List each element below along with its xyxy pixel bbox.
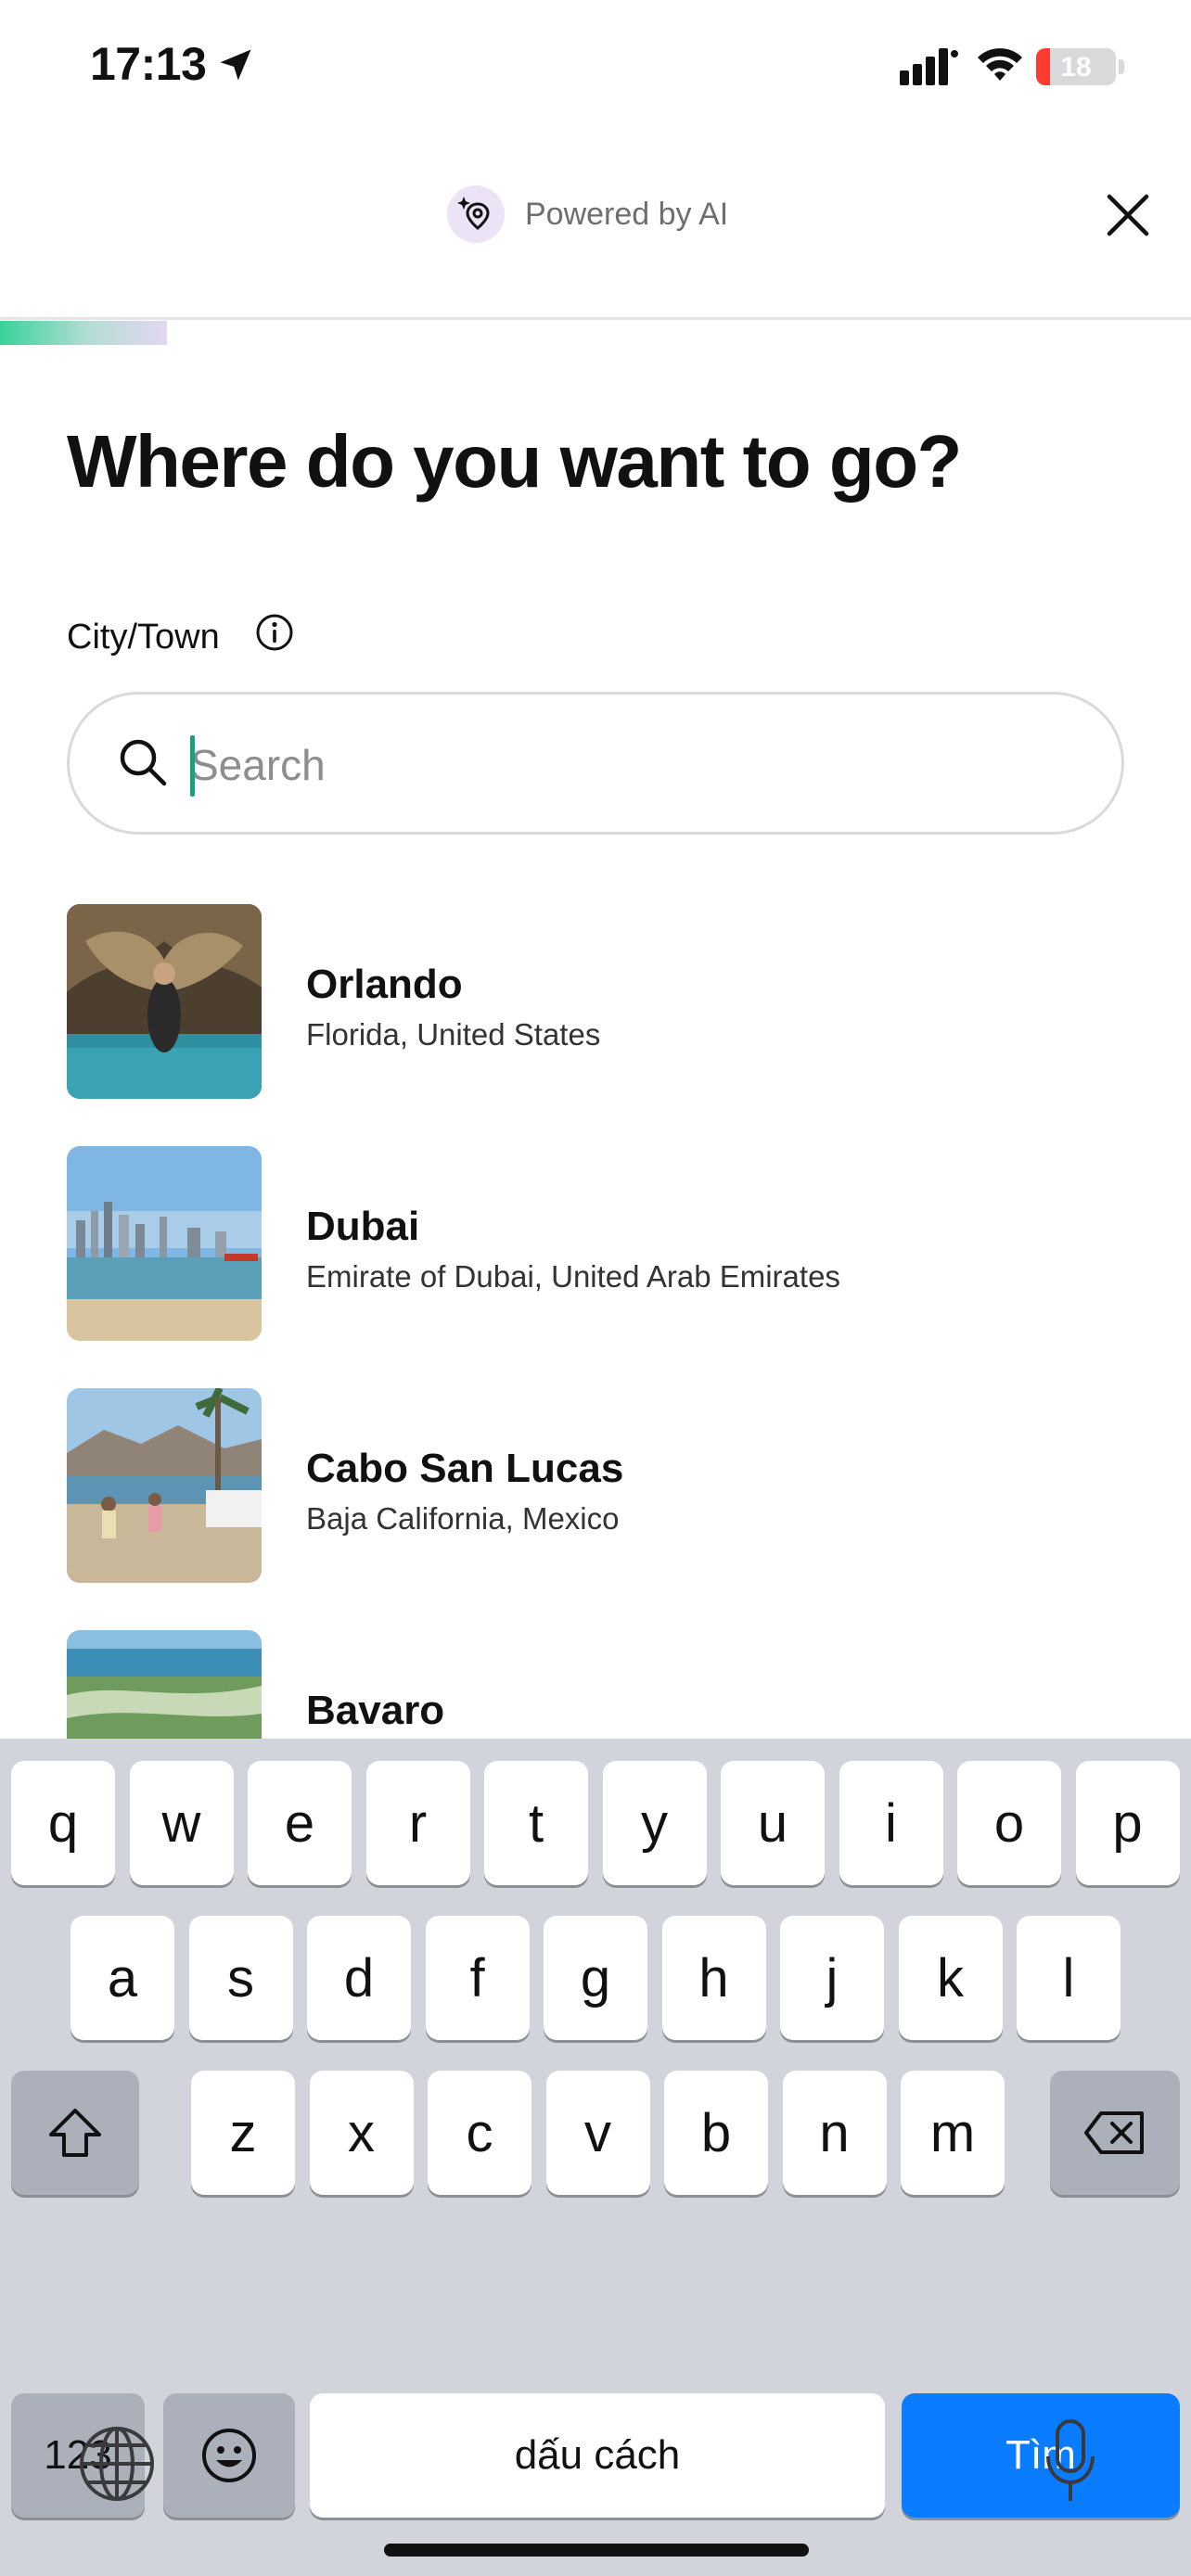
shift-arrow-icon [49, 2109, 101, 2157]
status-time: 17:13 [90, 38, 207, 90]
key-c[interactable]: c [428, 2071, 531, 2195]
destination-item-dubai[interactable]: Dubai Emirate of Dubai, United Arab Emir… [67, 1146, 1124, 1341]
destination-name: Cabo San Lucas [306, 1446, 624, 1491]
destination-name: Bavaro [306, 1688, 445, 1733]
key-n[interactable]: n [782, 2071, 887, 2195]
destination-thumbnail [67, 904, 262, 1099]
key-h[interactable]: h [661, 1916, 766, 2040]
close-icon[interactable] [1100, 187, 1156, 243]
key-j[interactable]: j [780, 1916, 884, 2040]
destination-thumbnail [67, 1146, 262, 1341]
destination-region: Baja California, Mexico [306, 1501, 620, 1536]
powered-by-label: Powered by AI [525, 197, 729, 232]
search-icon [120, 739, 167, 786]
key-k[interactable]: k [898, 1916, 1003, 2040]
emoji-icon [202, 2429, 256, 2482]
text-caret [190, 735, 195, 797]
globe-icon[interactable] [78, 2425, 156, 2503]
battery-indicator: 18 [1036, 48, 1116, 85]
key-b[interactable]: b [664, 2071, 768, 2195]
search-go-key[interactable]: Tìm [902, 2393, 1180, 2518]
header: Powered by AI [0, 139, 1191, 320]
key-a[interactable]: a [70, 1916, 174, 2040]
key-x[interactable]: x [309, 2071, 414, 2195]
destination-region: Emirate of Dubai, United Arab Emirates [306, 1259, 840, 1294]
destination-item-bavaro[interactable]: Bavaro [67, 1630, 1124, 1739]
microphone-icon[interactable] [1043, 2417, 1098, 2506]
destination-item-cabo-san-lucas[interactable]: Cabo San Lucas Baja California, Mexico [67, 1388, 1124, 1583]
backspace-icon [1084, 2111, 1144, 2154]
emoji-key[interactable] [163, 2393, 295, 2518]
battery-percent: 18 [1060, 52, 1092, 83]
destination-region: Florida, United States [306, 1017, 601, 1052]
key-m[interactable]: m [901, 2071, 1005, 2195]
destination-name: Dubai [306, 1204, 420, 1249]
key-t[interactable]: t [484, 1761, 588, 1885]
cellular-signal-icon [900, 48, 958, 85]
destination-item-orlando[interactable]: Orlando Florida, United States [67, 904, 1124, 1099]
progress-fill [0, 321, 167, 345]
destination-thumbnail [67, 1388, 262, 1583]
key-q[interactable]: q [11, 1761, 115, 1885]
key-v[interactable]: v [545, 2071, 650, 2195]
shift-key[interactable] [11, 2071, 139, 2195]
destination-list: Orlando Florida, United States Dubai Emi… [0, 904, 1191, 1739]
key-p[interactable]: p [1075, 1761, 1180, 1885]
location-arrow-icon [220, 49, 251, 81]
space-key[interactable]: dấu cách [310, 2393, 885, 2518]
ai-location-sparkle-icon [447, 185, 505, 243]
home-indicator [384, 2544, 809, 2557]
key-o[interactable]: o [957, 1761, 1061, 1885]
key-i[interactable]: i [839, 1761, 943, 1885]
key-w[interactable]: w [129, 1761, 234, 1885]
key-l[interactable]: l [1017, 1916, 1121, 2040]
keyboard: qwertyuiop asdfghjkl zxcvbnm 123 dấu các… [0, 1739, 1191, 2576]
status-bar: 17:13 18 [0, 0, 1191, 139]
backspace-key[interactable] [1050, 2071, 1180, 2195]
key-s[interactable]: s [188, 1916, 293, 2040]
key-g[interactable]: g [544, 1916, 647, 2040]
key-r[interactable]: r [365, 1761, 470, 1885]
info-icon[interactable] [254, 612, 295, 653]
battery-tip [1119, 59, 1124, 74]
wifi-icon [978, 48, 1022, 81]
city-town-label: City/Town [67, 618, 220, 657]
page-title: Where do you want to go? [67, 420, 962, 503]
key-d[interactable]: d [307, 1916, 411, 2040]
progress-bar [0, 321, 1191, 345]
key-z[interactable]: z [191, 2071, 295, 2195]
destination-thumbnail [67, 1630, 262, 1739]
key-y[interactable]: y [602, 1761, 707, 1885]
search-input[interactable] [190, 721, 1081, 810]
key-f[interactable]: f [425, 1916, 530, 2040]
key-e[interactable]: e [248, 1761, 352, 1885]
search-field[interactable] [67, 692, 1124, 835]
destination-name: Orlando [306, 962, 463, 1007]
key-u[interactable]: u [721, 1761, 825, 1885]
